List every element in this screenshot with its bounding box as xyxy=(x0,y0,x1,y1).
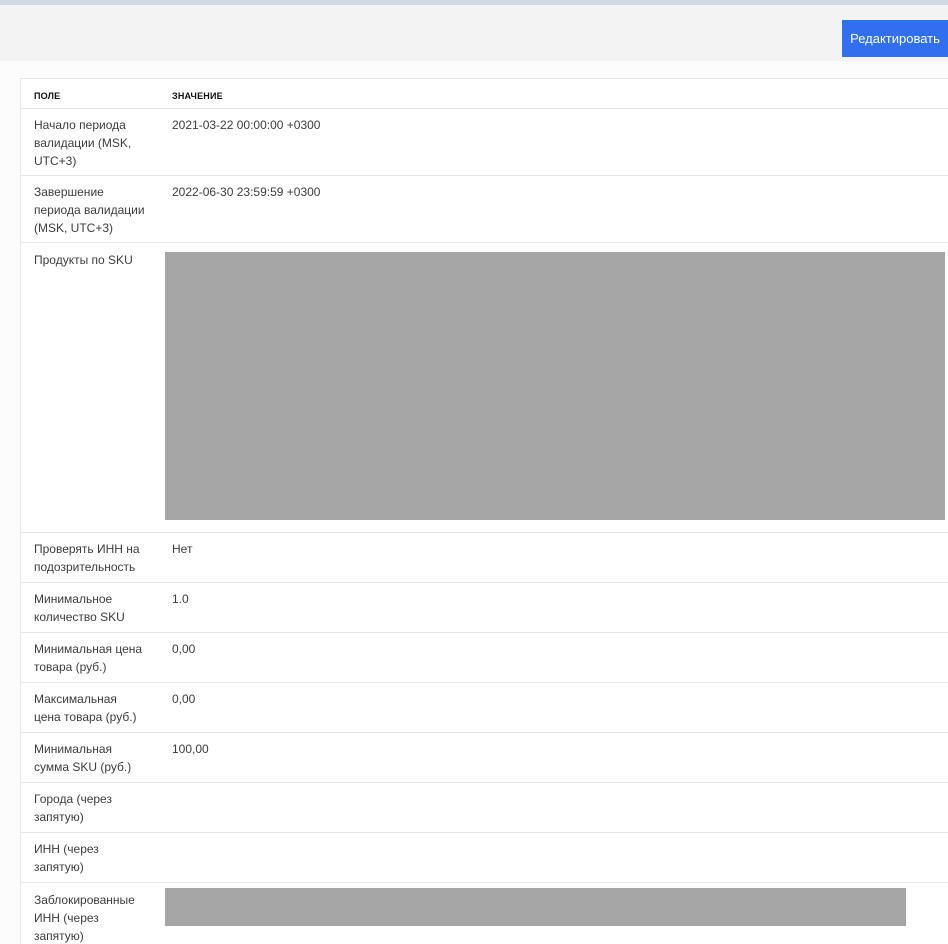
field-label: Проверять ИНН на подозрительность xyxy=(34,542,140,574)
table-row: Заблокированные ИНН (через запятую) xyxy=(21,883,948,944)
details-table: ПОЛЕ ЗНАЧЕНИЕ Начало периода валидации (… xyxy=(20,78,948,944)
field-value: 2022-06-30 23:59:59 +0300 xyxy=(172,185,321,199)
table-row: Минимальное количество SKU 1.0 xyxy=(21,583,948,633)
field-value: 0,00 xyxy=(172,692,196,706)
field-value: 1.0 xyxy=(172,592,189,606)
table-row: Города (через запятую) xyxy=(21,783,948,833)
field-label: Минимальное количество SKU xyxy=(34,592,125,624)
field-label: Завершение периода валидации (MSK, UTC+3… xyxy=(34,185,145,235)
table-row: Проверять ИНН на подозрительность Нет xyxy=(21,533,948,583)
column-header-value: ЗНАЧЕНИЕ xyxy=(172,91,223,101)
field-label: Максимальная цена товара (руб.) xyxy=(34,692,137,724)
field-value: 2021-03-22 00:00:00 +0300 xyxy=(172,118,321,132)
column-header-field: ПОЛЕ xyxy=(34,91,61,101)
table-row: Максимальная цена товара (руб.) 0,00 xyxy=(21,683,948,733)
redacted-value-block xyxy=(165,888,906,926)
table-row: Завершение периода валидации (MSK, UTC+3… xyxy=(21,176,948,243)
edit-button[interactable]: Редактировать xyxy=(842,20,948,57)
field-label: Минимальная цена товара (руб.) xyxy=(34,642,143,674)
table-row: Минимальная сумма SKU (руб.) 100,00 xyxy=(21,733,948,783)
table-row: Минимальная цена товара (руб.) 0,00 xyxy=(21,633,948,683)
table-header-row: ПОЛЕ ЗНАЧЕНИЕ xyxy=(21,79,948,109)
redacted-value-block xyxy=(165,252,945,520)
field-label: Минимальная сумма SKU (руб.) xyxy=(34,742,132,774)
table-row: Продукты по SKU xyxy=(21,243,948,533)
field-label: Начало периода валидации (MSK, UTC+3) xyxy=(34,118,132,168)
field-label: Города (через запятую) xyxy=(34,792,112,824)
table-row: ИНН (через запятую) xyxy=(21,833,948,883)
field-label: Продукты по SKU xyxy=(34,253,133,267)
field-value: Нет xyxy=(172,542,193,556)
field-value: 0,00 xyxy=(172,642,196,656)
toolbar: Редактировать xyxy=(0,5,948,61)
field-label: ИНН (через запятую) xyxy=(34,842,99,874)
table-row: Начало периода валидации (MSK, UTC+3) 20… xyxy=(21,108,948,176)
field-value: 100,00 xyxy=(172,742,209,756)
field-label: Заблокированные ИНН (через запятую) xyxy=(34,893,135,943)
